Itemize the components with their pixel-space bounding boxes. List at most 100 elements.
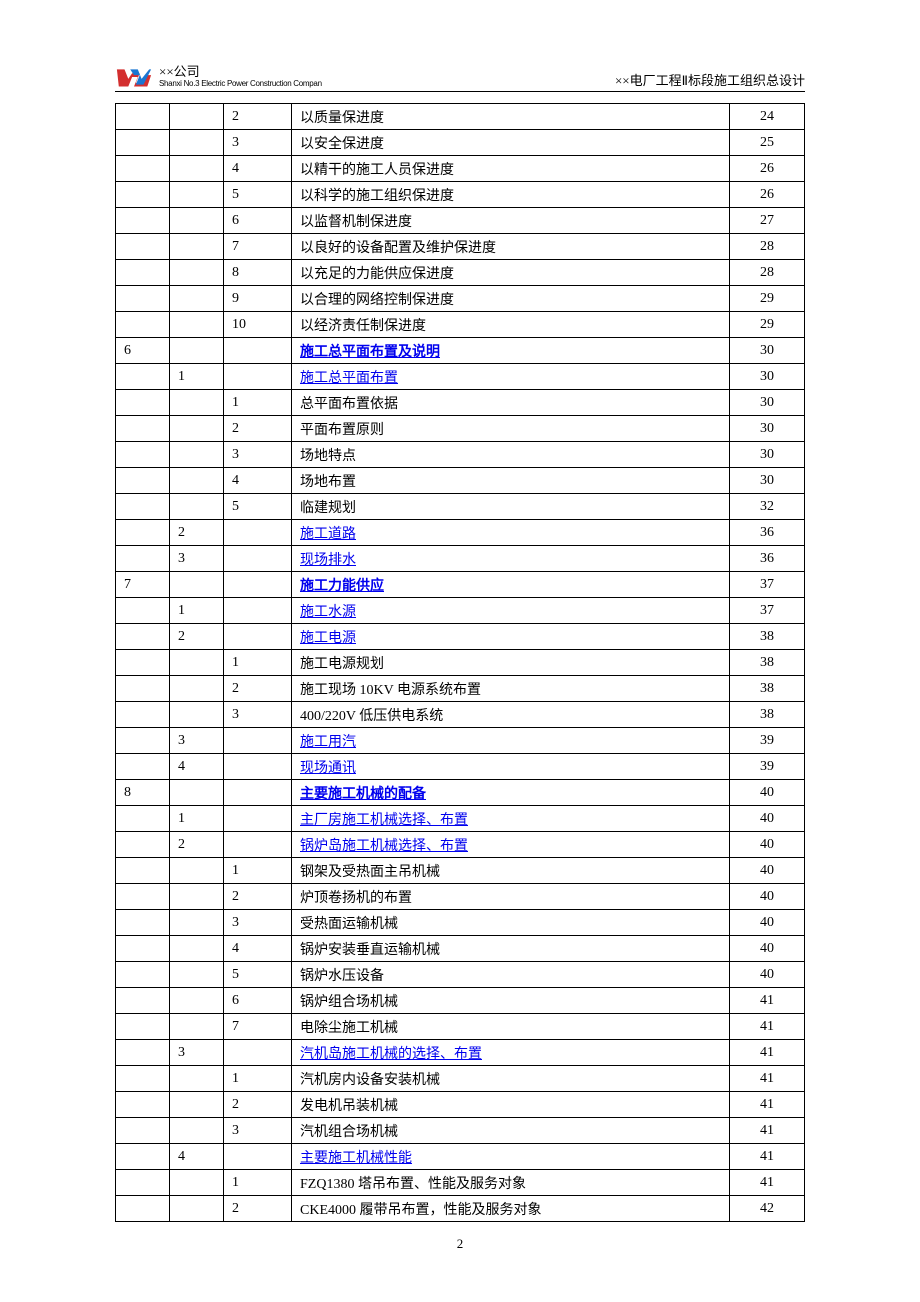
table-row: 1钢架及受热面主吊机械40 <box>116 858 805 884</box>
level1-cell <box>116 260 170 286</box>
level3-cell: 4 <box>224 468 292 494</box>
level1-cell <box>116 1170 170 1196</box>
page-cell: 38 <box>730 702 805 728</box>
page-cell: 24 <box>730 104 805 130</box>
table-row: 1 主厂房施工机械选择、布置 40 <box>116 806 805 832</box>
level3-cell: 2 <box>224 676 292 702</box>
toc-link[interactable]: 施工用汽 <box>300 735 356 750</box>
logo-section: ××公司 Shanxi No.3 Electric Power Construc… <box>115 65 322 89</box>
page-cell: 30 <box>730 468 805 494</box>
level2-cell <box>170 572 224 598</box>
title-cell: 场地布置 <box>292 468 730 494</box>
level3-cell <box>224 806 292 832</box>
page-cell: 41 <box>730 1144 805 1170</box>
toc-link[interactable]: 施工总平面布置及说明 <box>300 345 440 360</box>
level3-cell <box>224 1144 292 1170</box>
toc-link[interactable]: 现场通讯 <box>300 761 356 776</box>
table-row: 9以合理的网络控制保进度29 <box>116 286 805 312</box>
level2-cell <box>170 936 224 962</box>
table-row: 7施工力能供应37 <box>116 572 805 598</box>
title-cell: 以充足的力能供应保进度 <box>292 260 730 286</box>
table-row: 4锅炉安装垂直运输机械40 <box>116 936 805 962</box>
level2-cell: 2 <box>170 520 224 546</box>
table-row: 2锅炉岛施工机械选择、布置40 <box>116 832 805 858</box>
level3-cell: 4 <box>224 156 292 182</box>
level2-cell: 1 <box>170 806 224 832</box>
toc-link[interactable]: 现场排水 <box>300 553 356 568</box>
page-cell: 39 <box>730 754 805 780</box>
title-cell: 钢架及受热面主吊机械 <box>292 858 730 884</box>
level2-cell <box>170 312 224 338</box>
level1-cell <box>116 104 170 130</box>
table-row: 1汽机房内设备安装机械41 <box>116 1066 805 1092</box>
table-row: 3现场排水36 <box>116 546 805 572</box>
level1-cell <box>116 520 170 546</box>
title-cell: 主要施工机械的配备 <box>292 780 730 806</box>
level2-cell: 1 <box>170 364 224 390</box>
title-cell: 施工电源规划 <box>292 650 730 676</box>
level2-cell <box>170 1196 224 1222</box>
level2-cell <box>170 208 224 234</box>
title-cell: 施工力能供应 <box>292 572 730 598</box>
level2-cell <box>170 416 224 442</box>
page-cell: 40 <box>730 936 805 962</box>
title-cell: 主厂房施工机械选择、布置 <box>292 806 730 832</box>
title-cell: 以良好的设备配置及维护保进度 <box>292 234 730 260</box>
toc-link[interactable]: 锅炉岛施工机械选择、布置 <box>300 839 468 854</box>
level3-cell: 4 <box>224 936 292 962</box>
toc-link[interactable]: 施工力能供应 <box>300 579 384 594</box>
toc-link[interactable]: 主厂房施工机械选择、布置 <box>300 813 468 828</box>
title-cell: 平面布置原则 <box>292 416 730 442</box>
toc-link[interactable]: 主要施工机械的配备 <box>300 787 426 802</box>
page-cell: 36 <box>730 546 805 572</box>
title-cell: 锅炉组合场机械 <box>292 988 730 1014</box>
level3-cell: 1 <box>224 1066 292 1092</box>
title-cell: FZQ1380 塔吊布置、性能及服务对象 <box>292 1170 730 1196</box>
level3-cell: 3 <box>224 130 292 156</box>
level3-cell <box>224 754 292 780</box>
level1-cell <box>116 598 170 624</box>
table-row: 2平面布置原则30 <box>116 416 805 442</box>
page-cell: 30 <box>730 416 805 442</box>
level3-cell: 3 <box>224 442 292 468</box>
level2-cell <box>170 286 224 312</box>
level3-cell: 2 <box>224 104 292 130</box>
title-cell: 现场通讯 <box>292 754 730 780</box>
title-cell: 以经济责任制保进度 <box>292 312 730 338</box>
toc-link[interactable]: 施工道路 <box>300 527 356 542</box>
table-row: 2炉顶卷扬机的布置40 <box>116 884 805 910</box>
page-cell: 40 <box>730 806 805 832</box>
level3-cell: 5 <box>224 494 292 520</box>
level2-cell <box>170 1066 224 1092</box>
table-row: 3400/220V 低压供电系统38 <box>116 702 805 728</box>
title-cell: 锅炉岛施工机械选择、布置 <box>292 832 730 858</box>
title-cell: 施工用汽 <box>292 728 730 754</box>
level1-cell <box>116 936 170 962</box>
toc-link[interactable]: 施工电源 <box>300 631 356 646</box>
toc-link[interactable]: 施工总平面布置 <box>300 371 398 386</box>
toc-link[interactable]: 汽机岛施工机械的选择、布置 <box>300 1047 482 1062</box>
title-cell: 施工水源 <box>292 598 730 624</box>
level2-cell <box>170 650 224 676</box>
level3-cell <box>224 1040 292 1066</box>
title-cell: 施工总平面布置及说明 <box>292 338 730 364</box>
table-row: 6施工总平面布置及说明30 <box>116 338 805 364</box>
page-cell: 32 <box>730 494 805 520</box>
level3-cell <box>224 546 292 572</box>
level1-cell <box>116 442 170 468</box>
toc-link[interactable]: 主要施工机械性能 <box>300 1151 412 1166</box>
title-cell: 施工道路 <box>292 520 730 546</box>
level3-cell: 2 <box>224 884 292 910</box>
level1-cell <box>116 728 170 754</box>
toc-link[interactable]: 施工水源 <box>300 605 356 620</box>
level3-cell <box>224 832 292 858</box>
level1-cell <box>116 754 170 780</box>
level2-cell <box>170 780 224 806</box>
level2-cell <box>170 182 224 208</box>
level3-cell <box>224 572 292 598</box>
level2-cell <box>170 104 224 130</box>
table-row: 1施工电源规划38 <box>116 650 805 676</box>
title-cell: 施工总平面布置 <box>292 364 730 390</box>
level2-cell <box>170 1014 224 1040</box>
level3-cell <box>224 598 292 624</box>
